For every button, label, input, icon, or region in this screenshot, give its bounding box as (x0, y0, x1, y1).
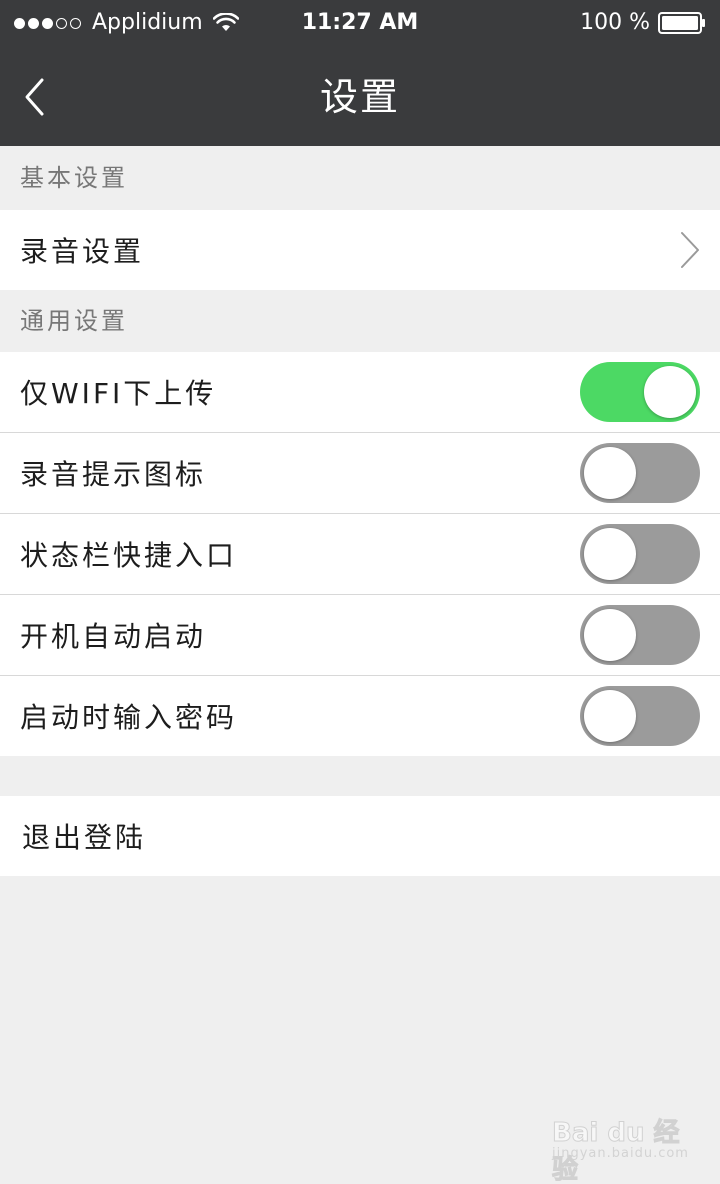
chevron-right-icon (681, 232, 699, 268)
toggle-knob (584, 609, 636, 661)
battery-percent: 100 % (580, 10, 650, 35)
startup-password-toggle[interactable] (580, 686, 700, 746)
wifi-upload-row: 仅WIFI下上传 (0, 352, 720, 432)
row-label: 录音提示图标 (20, 458, 207, 491)
row-label: 录音设置 (20, 235, 145, 268)
statusbar-shortcut-toggle[interactable] (580, 524, 700, 584)
wifi-only-upload-toggle[interactable] (580, 362, 700, 422)
toggle-knob (584, 528, 636, 580)
row-label: 启动时输入密码 (20, 701, 238, 734)
section-header-general: 通用设置 (0, 290, 720, 352)
auto-start-row: 开机自动启动 (0, 595, 720, 675)
logout-button[interactable]: 退出登陆 (0, 796, 720, 876)
row-label: 状态栏快捷入口 (20, 539, 238, 572)
battery-icon (658, 12, 705, 34)
status-bar: Applidium 11:27 AM 100 % (0, 0, 720, 46)
settings-screen: Applidium 11:27 AM 100 % 设置 基本设置 录音设置 通用… (0, 0, 720, 1184)
toggle-knob (644, 366, 696, 418)
recording-indicator-row: 录音提示图标 (0, 433, 720, 513)
status-right: 100 % (580, 10, 706, 36)
recording-settings-row[interactable]: 录音设置 (0, 210, 720, 290)
header: Applidium 11:27 AM 100 % 设置 (0, 0, 720, 146)
section-header-basic: 基本设置 (0, 146, 720, 210)
statusbar-shortcut-row: 状态栏快捷入口 (0, 514, 720, 594)
logout-label: 退出登陆 (22, 821, 147, 854)
toggle-knob (584, 690, 636, 742)
row-label: 开机自动启动 (20, 620, 207, 653)
recording-indicator-toggle[interactable] (580, 443, 700, 503)
startup-password-row: 启动时输入密码 (0, 676, 720, 756)
row-label: 仅WIFI下上传 (20, 377, 217, 410)
auto-start-toggle[interactable] (580, 605, 700, 665)
toggle-knob (584, 447, 636, 499)
nav-bar: 设置 (0, 52, 720, 146)
page-title: 设置 (319, 75, 400, 119)
baidu-watermark: Bai du 经验 jingyan.baidu.com (542, 1098, 688, 1184)
watermark-url: jingyan.baidu.com (552, 1146, 689, 1161)
